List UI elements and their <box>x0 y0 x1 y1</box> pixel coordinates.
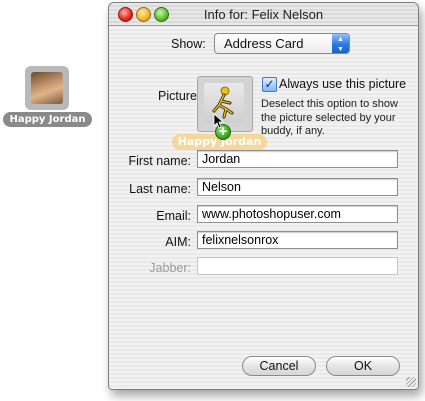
cancel-button[interactable]: Cancel <box>242 356 316 376</box>
desktop-photo-icon[interactable] <box>25 66 69 110</box>
last-name-label: Last name: <box>129 182 191 196</box>
show-popup-value: Address Card <box>224 36 304 51</box>
show-popup-menu[interactable]: Address Card ▲ ▼ <box>214 33 350 54</box>
ok-button[interactable]: OK <box>326 356 400 376</box>
first-name-field[interactable]: Jordan <box>197 150 398 168</box>
jabber-label: Jabber: <box>149 261 191 275</box>
resize-grip-icon[interactable] <box>406 377 416 387</box>
email-label: Email: <box>156 209 191 223</box>
window-title: Info for: Felix Nelson <box>203 7 324 22</box>
last-name-field[interactable]: Nelson <box>197 178 398 196</box>
picture-label: Picture: <box>158 89 201 103</box>
first-name-label: First name: <box>128 154 191 168</box>
aim-field[interactable]: felixnelsonrox <box>197 231 398 249</box>
popup-arrows-icon: ▲ ▼ <box>332 34 349 53</box>
always-use-picture-checkbox[interactable]: ✓ <box>262 77 277 92</box>
title-bar[interactable]: Info for: Felix Nelson <box>109 3 418 26</box>
child-photo-thumbnail <box>31 72 63 104</box>
picture-help-text: Deselect this option to show the picture… <box>261 98 398 137</box>
desktop-item-label: Happy Jordan <box>3 112 92 127</box>
email-field[interactable]: www.photoshopuser.com <box>197 205 398 223</box>
always-use-picture-label[interactable]: Always use this picture <box>279 77 406 91</box>
show-label: Show: <box>171 37 206 51</box>
aim-label: AIM: <box>165 235 191 249</box>
mouse-pointer-icon <box>213 113 225 129</box>
info-window: Info for: Felix Nelson Show: Address Car… <box>108 2 419 390</box>
jabber-field <box>197 257 398 275</box>
